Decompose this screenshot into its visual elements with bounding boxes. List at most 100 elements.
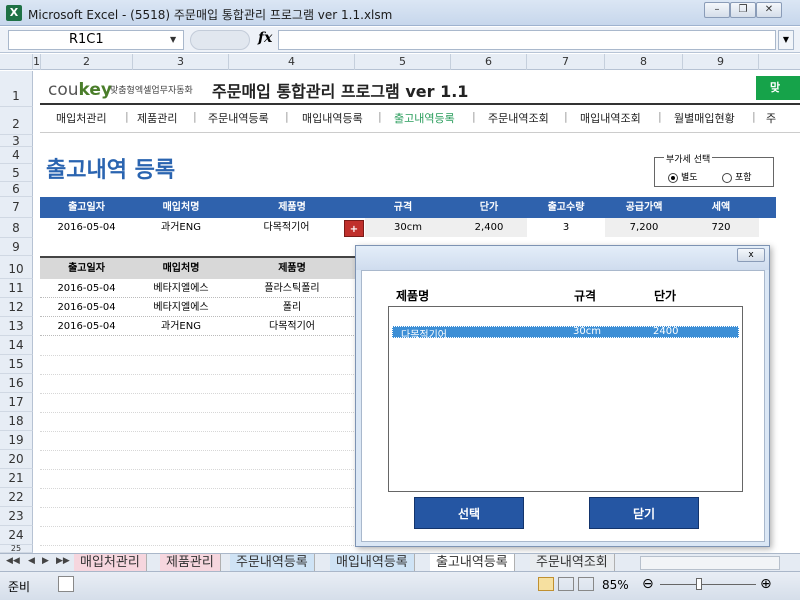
row-header[interactable]: 3: [0, 135, 33, 147]
minimize-button[interactable]: –: [704, 2, 730, 18]
name-box-dropdown-icon[interactable]: ▼: [170, 35, 176, 44]
row-header[interactable]: 16: [0, 374, 33, 393]
insert-function-icon[interactable]: fx: [258, 30, 272, 46]
dialog-title-bar[interactable]: x: [356, 246, 769, 270]
tab-first-icon[interactable]: ◀◀: [6, 556, 20, 566]
radio-label: 별도: [681, 173, 698, 183]
row-header[interactable]: 14: [0, 336, 33, 355]
page-layout-icon[interactable]: [558, 577, 574, 591]
vat-radio-inclusive[interactable]: 포함: [722, 170, 752, 183]
nav-item-supplier[interactable]: 매입처관리: [56, 110, 107, 126]
row-header[interactable]: 7: [0, 197, 33, 218]
row-header[interactable]: 2: [0, 107, 33, 135]
nav-item-shipment-register[interactable]: 출고내역등록: [394, 110, 455, 126]
select-all-corner[interactable]: [0, 54, 33, 70]
page-break-icon[interactable]: [578, 577, 594, 591]
table-row[interactable]: 2016-05-04 베타지엘에스 폴리: [40, 298, 356, 317]
nav-separator: |: [125, 110, 129, 123]
input-date-cell[interactable]: 2016-05-04: [40, 218, 133, 237]
table-row[interactable]: 2016-05-04 베타지엘에스 플라스틱폴리: [40, 279, 356, 298]
normal-view-icon[interactable]: [538, 577, 554, 591]
nav-item-product[interactable]: 제품관리: [137, 110, 177, 126]
tab-purchase-register[interactable]: 매입내역등록: [330, 554, 415, 571]
table-row[interactable]: 2016-05-04 과거ENG 다목적기어: [40, 317, 356, 336]
green-action-button[interactable]: 맞: [756, 76, 800, 100]
tab-order-inquiry[interactable]: 주문내역조회: [530, 554, 615, 571]
vat-radio-exclusive[interactable]: 별도: [668, 170, 698, 183]
nav-item-order-inquiry[interactable]: 주문내역조회: [488, 110, 549, 126]
row-header[interactable]: 15: [0, 355, 33, 374]
column-header[interactable]: 2: [41, 54, 133, 70]
row-header[interactable]: 8: [0, 218, 33, 238]
row-header[interactable]: 25: [0, 545, 33, 553]
app-title: 주문매입 통합관리 프로그램 ver 1.1: [212, 82, 469, 101]
dialog-close-icon[interactable]: x: [737, 248, 765, 262]
zoom-in-icon[interactable]: ⊕: [760, 576, 772, 592]
input-tax-cell[interactable]: 720: [683, 218, 759, 237]
column-header[interactable]: 8: [605, 54, 683, 70]
zoom-level[interactable]: 85%: [602, 578, 629, 592]
tab-order-register[interactable]: 주문내역등록: [230, 554, 315, 571]
row-header[interactable]: 13: [0, 317, 33, 336]
row-header[interactable]: 22: [0, 488, 33, 507]
expand-formula-icon[interactable]: ▼: [778, 30, 794, 50]
row-header[interactable]: 10: [0, 256, 33, 279]
nav-item-more[interactable]: 주: [766, 110, 776, 126]
tab-last-icon[interactable]: ▶▶: [56, 556, 70, 566]
tab-product[interactable]: 제품관리: [160, 554, 221, 571]
macro-record-icon[interactable]: [58, 576, 74, 592]
nav-item-order-register[interactable]: 주문내역등록: [208, 110, 269, 126]
row-header[interactable]: 24: [0, 526, 33, 545]
list-item[interactable]: 다목적기어 30cm 2400: [392, 326, 739, 341]
formula-bar-splitter[interactable]: [190, 30, 250, 50]
input-qty-cell[interactable]: 3: [527, 218, 605, 237]
close-window-button[interactable]: ✕: [756, 2, 782, 18]
tab-prev-icon[interactable]: ◀: [28, 556, 35, 566]
input-product-cell[interactable]: 다목적기어: [229, 218, 344, 237]
nav-item-monthly-purchase[interactable]: 월별매입현황: [674, 110, 735, 126]
row-header[interactable]: 21: [0, 469, 33, 488]
zoom-out-icon[interactable]: ⊖: [642, 576, 654, 592]
row-header[interactable]: 9: [0, 238, 33, 256]
row-header[interactable]: 18: [0, 412, 33, 431]
row-header[interactable]: 4: [0, 147, 33, 164]
row-header[interactable]: 6: [0, 182, 33, 197]
radio-empty-icon[interactable]: [722, 172, 732, 183]
radio-selected-icon[interactable]: [668, 172, 678, 183]
row-header[interactable]: 12: [0, 298, 33, 317]
tab-supplier[interactable]: 매입처관리: [74, 554, 147, 571]
zoom-slider[interactable]: [660, 584, 756, 585]
input-spec-cell[interactable]: 30cm: [365, 218, 451, 237]
nav-item-purchase-register[interactable]: 매입내역등록: [302, 110, 363, 126]
row-product: 플라스틱폴리: [264, 283, 320, 294]
select-button[interactable]: 선택: [414, 497, 524, 529]
row-header[interactable]: 19: [0, 431, 33, 450]
formula-input[interactable]: [278, 30, 776, 50]
column-header[interactable]: 4: [229, 54, 355, 70]
tab-next-icon[interactable]: ▶: [42, 556, 49, 566]
horizontal-scrollbar[interactable]: [640, 556, 780, 570]
row-header[interactable]: 23: [0, 507, 33, 526]
column-header[interactable]: 6: [451, 54, 527, 70]
restore-button[interactable]: ❐: [730, 2, 756, 18]
nav-item-purchase-inquiry[interactable]: 매입내역조회: [580, 110, 641, 126]
input-price-cell[interactable]: 2,400: [451, 218, 527, 237]
row-header[interactable]: 17: [0, 393, 33, 412]
tab-shipment-register[interactable]: 출고내역등록: [430, 554, 515, 571]
zoom-slider-handle[interactable]: [696, 578, 702, 590]
input-supply-cell[interactable]: 7,200: [605, 218, 683, 237]
column-header[interactable]: 5: [355, 54, 451, 70]
row-header[interactable]: 5: [0, 164, 33, 182]
close-button[interactable]: 닫기: [589, 497, 699, 529]
column-header[interactable]: 7: [527, 54, 605, 70]
product-lookup-button[interactable]: +: [344, 220, 364, 237]
column-header[interactable]: 1: [33, 54, 41, 70]
column-header[interactable]: 9: [683, 54, 759, 70]
row-header[interactable]: 1: [0, 71, 33, 107]
product-listbox[interactable]: 다목적기어 30cm 2400: [388, 306, 743, 492]
name-box[interactable]: R1C1: [8, 30, 184, 50]
input-supplier-cell[interactable]: 과거ENG: [133, 218, 229, 237]
column-header[interactable]: 3: [133, 54, 229, 70]
row-header[interactable]: 20: [0, 450, 33, 469]
row-header[interactable]: 11: [0, 279, 33, 298]
